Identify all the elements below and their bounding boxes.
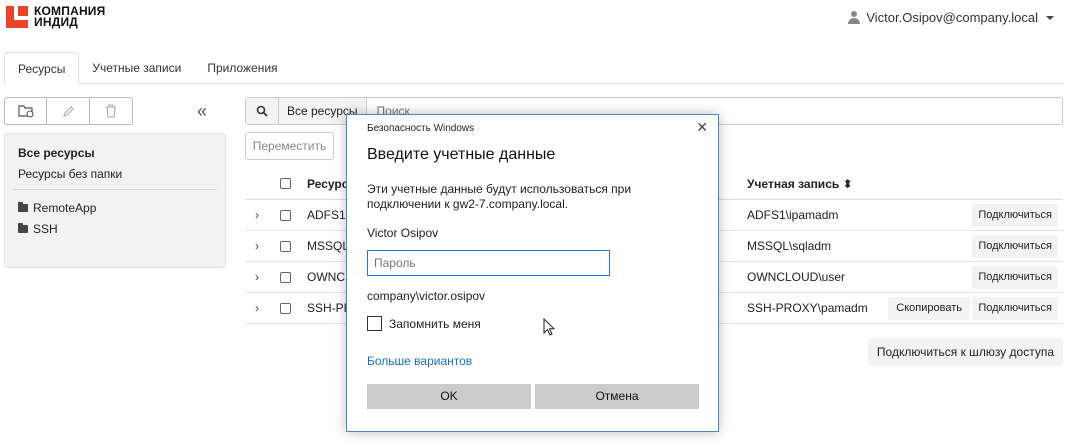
logo-icon (6, 6, 28, 28)
expand-icon[interactable]: › (255, 231, 259, 261)
row-checkbox[interactable] (280, 271, 291, 283)
chevron-down-icon (1046, 15, 1054, 20)
connect-button[interactable]: Подключиться (972, 204, 1058, 227)
close-icon[interactable]: ✕ (696, 119, 708, 136)
row-checkbox[interactable] (280, 240, 291, 252)
sidebar-divider (13, 189, 217, 190)
user-menu[interactable]: Victor.Osipov@company.local (848, 10, 1054, 25)
connect-button[interactable]: Подключиться (972, 235, 1058, 258)
account-name: ADFS1\ipamadm (747, 208, 839, 222)
expand-icon[interactable]: › (255, 200, 259, 230)
sidebar-item-label: RemoteApp (33, 201, 97, 215)
collapse-sidebar-icon[interactable]: « (197, 101, 207, 122)
sidebar-item-all-resources[interactable]: Все ресурсы (18, 146, 95, 160)
sidebar-item-label: SSH (33, 222, 58, 236)
dialog-username: Victor Osipov (367, 226, 439, 240)
main-tabs: Ресурсы Учетные записи Приложения (4, 52, 1064, 84)
move-button[interactable]: Переместить (245, 132, 334, 160)
folder-toolbar (4, 97, 133, 125)
user-icon (848, 11, 861, 24)
company-logo: КОМПАНИЯ ИНДИД (6, 4, 106, 29)
tab-resources[interactable]: Ресурсы (4, 52, 80, 84)
dialog-description: Эти учетные данные будут использоваться … (367, 182, 632, 211)
tab-accounts[interactable]: Учетные записи (79, 52, 194, 84)
sidebar-item-no-folder[interactable]: Ресурсы без папки (18, 167, 122, 181)
folder-icon (18, 223, 28, 233)
search-button[interactable] (246, 98, 279, 124)
edit-folder-button[interactable] (47, 97, 90, 125)
folder-icon (18, 202, 28, 212)
logo-text: КОМПАНИЯ ИНДИД (34, 4, 106, 29)
tab-applications[interactable]: Приложения (194, 52, 290, 84)
cancel-button[interactable]: Отмена (535, 384, 699, 409)
account-name: OWNCLOUD\user (747, 270, 846, 284)
dialog-titlebar[interactable]: Безопасность Windows ✕ (347, 115, 718, 141)
folder-add-icon (17, 105, 34, 118)
sidebar-item-ssh[interactable]: SSH (18, 222, 58, 236)
more-options-link[interactable]: Больше вариантов (367, 354, 472, 368)
delete-folder-button[interactable] (90, 97, 133, 125)
sidebar-panel: Все ресурсы Ресурсы без папки RemoteApp … (4, 133, 226, 268)
row-checkbox[interactable] (280, 209, 291, 221)
search-icon (256, 105, 268, 117)
checkbox-box[interactable] (367, 316, 382, 331)
dialog-domain-account: company\victor.osipov (367, 289, 486, 303)
expand-icon[interactable]: › (255, 262, 259, 292)
password-field[interactable] (367, 250, 610, 276)
resource-name: ADFS1 (307, 208, 346, 222)
resource-name: MSSQL (307, 239, 350, 253)
column-account[interactable]: Учетная запись ⬍ (747, 168, 853, 199)
trash-icon (106, 104, 116, 118)
connect-button[interactable]: Подключиться (972, 266, 1058, 289)
expand-icon[interactable]: › (255, 293, 259, 323)
pencil-icon (62, 105, 74, 117)
connect-button[interactable]: Подключиться (972, 297, 1058, 320)
account-name: MSSQL\sqladm (747, 239, 832, 253)
credentials-dialog: Безопасность Windows ✕ Введите учетные д… (346, 114, 719, 432)
mouse-cursor-icon (543, 318, 555, 336)
resource-name: OWNCL (307, 270, 352, 284)
remember-me-checkbox[interactable]: Запомнить меня (367, 316, 481, 331)
copy-button[interactable]: Скопировать (888, 297, 970, 320)
select-all-checkbox[interactable] (280, 178, 291, 189)
dialog-caption: Безопасность Windows (367, 123, 475, 134)
user-email: Victor.Osipov@company.local (866, 10, 1038, 25)
column-resource[interactable]: Ресурс (307, 168, 348, 199)
connect-gateway-button[interactable]: Подключиться к шлюзу доступа (867, 338, 1063, 366)
add-folder-button[interactable] (4, 97, 47, 125)
sidebar-item-remoteapp[interactable]: RemoteApp (18, 201, 96, 215)
remember-me-label: Запомнить меня (389, 316, 481, 331)
dialog-heading: Введите учетные данные (367, 146, 556, 163)
account-name: SSH-PROXY\pamadm (747, 301, 868, 315)
row-checkbox[interactable] (280, 302, 291, 314)
ok-button[interactable]: OK (367, 384, 531, 409)
